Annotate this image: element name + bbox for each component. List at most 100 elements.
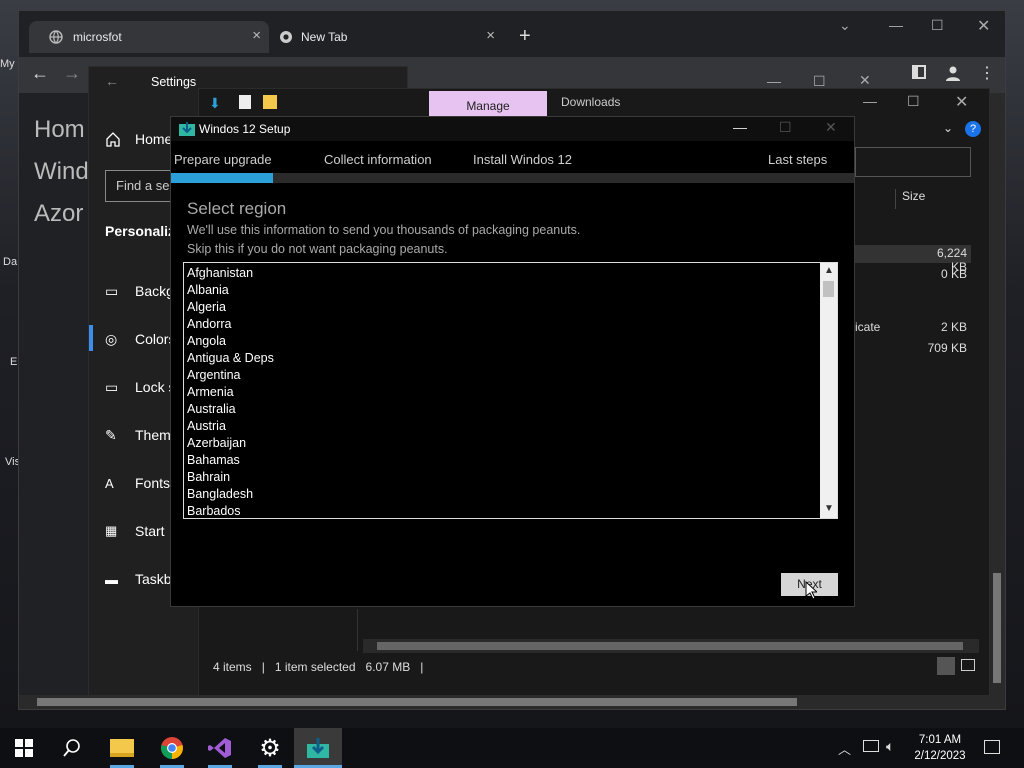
close-tab-icon[interactable]: × xyxy=(252,27,261,44)
setup-taskbar[interactable] xyxy=(294,728,342,768)
notification-icon[interactable] xyxy=(984,740,1000,754)
volume-icon[interactable]: 🔈︎ xyxy=(886,738,894,755)
clock[interactable]: 7:01 AM 2/12/2023 xyxy=(912,732,968,764)
close-icon: ✕ xyxy=(825,119,837,135)
minimize-icon[interactable]: — xyxy=(863,93,877,109)
page-heading: Hom xyxy=(34,116,85,143)
nav-label: Fonts xyxy=(135,475,171,491)
scroll-up-icon[interactable]: ▲ xyxy=(824,265,834,276)
chrome-icon xyxy=(280,31,292,43)
status-items: 4 items xyxy=(213,660,252,674)
close-icon[interactable]: ✕ xyxy=(977,16,990,36)
region-item[interactable]: Antigua & Deps xyxy=(184,350,818,367)
vertical-scrollbar[interactable] xyxy=(989,93,1005,695)
horizontal-scrollbar[interactable] xyxy=(363,639,979,653)
tab-new-tab[interactable]: New Tab × xyxy=(271,21,503,53)
search-icon xyxy=(63,739,80,757)
region-item[interactable]: Albania xyxy=(184,282,818,299)
region-item[interactable]: Bangladesh xyxy=(184,486,818,503)
settings-taskbar[interactable]: ⚙ xyxy=(246,728,294,768)
back-icon[interactable]: ← xyxy=(31,63,49,84)
region-item[interactable]: Barbados xyxy=(184,503,818,517)
tab-microsfot[interactable]: microsfot × xyxy=(29,21,269,53)
gear-icon: ⚙ xyxy=(259,734,281,762)
region-list-items: Afghanistan Albania Algeria Andorra Angola An… xyxy=(184,263,818,517)
region-item[interactable]: Azerbaijan xyxy=(184,435,818,452)
file-explorer-taskbar[interactable] xyxy=(98,728,146,768)
scrollbar-thumb[interactable] xyxy=(377,642,963,650)
tab-manage[interactable]: Manage xyxy=(429,91,547,117)
region-item[interactable]: Bahrain xyxy=(184,469,818,486)
scrollbar-thumb[interactable] xyxy=(37,698,797,706)
setup-progress-fill xyxy=(171,173,274,183)
region-item[interactable]: Austria xyxy=(184,418,818,435)
chrome-taskbar[interactable] xyxy=(148,728,196,768)
explorer-search-input[interactable] xyxy=(855,147,971,177)
scrollbar-thumb[interactable] xyxy=(823,281,834,297)
settings-title: Settings xyxy=(151,75,197,89)
clock-date: 2/12/2023 xyxy=(914,750,966,762)
network-icon[interactable] xyxy=(863,740,879,752)
maximize-icon[interactable]: ☐ xyxy=(931,17,944,34)
nav-label: Start xyxy=(135,523,165,539)
brush-icon: ✎ xyxy=(105,426,117,443)
horizontal-scrollbar[interactable] xyxy=(19,695,1005,709)
scrollbar-thumb[interactable] xyxy=(993,573,1001,683)
close-icon[interactable]: ✕ xyxy=(859,72,871,89)
search-button[interactable] xyxy=(48,728,96,768)
setup-app-icon xyxy=(179,122,195,136)
region-item[interactable]: Algeria xyxy=(184,299,818,316)
properties-icon[interactable] xyxy=(239,95,251,109)
sidebar-icon[interactable] xyxy=(912,65,926,79)
setup-heading: Select region xyxy=(187,199,287,218)
column-size[interactable]: Size xyxy=(895,189,985,209)
start-menu-icon: ▦ xyxy=(105,523,118,538)
nav-label: Backg xyxy=(135,283,174,299)
minimize-icon[interactable]: — xyxy=(889,17,903,33)
region-list[interactable]: Afghanistan Albania Algeria Andorra Angola An… xyxy=(183,262,838,519)
taskbar: ⚙ ︿ 🔈︎ 7:01 AM 2/12/2023 xyxy=(0,728,1024,768)
chevron-up-icon[interactable]: ︿ xyxy=(838,739,851,758)
file-size: 0 KB xyxy=(940,267,967,281)
forward-icon[interactable]: → xyxy=(63,63,81,84)
setup-steps: Prepare upgrade Collect information Inst… xyxy=(171,147,854,173)
visual-studio-taskbar[interactable] xyxy=(196,728,244,768)
minimize-icon[interactable]: — xyxy=(733,119,747,135)
palette-icon: ◎ xyxy=(105,330,118,347)
desktop-bookmark-stub: My xyxy=(0,58,15,70)
home-icon xyxy=(106,132,120,147)
setup-app-icon xyxy=(307,738,329,758)
new-tab-icon[interactable]: + xyxy=(519,25,531,48)
region-item[interactable]: Australia xyxy=(184,401,818,418)
setup-desc-line2: Skip this if you do not want packaging p… xyxy=(187,242,448,256)
region-item[interactable]: Argentina xyxy=(184,367,818,384)
section-title: Personaliz xyxy=(105,223,176,239)
close-tab-icon[interactable]: × xyxy=(486,27,495,44)
back-icon[interactable]: ← xyxy=(105,73,119,89)
region-item[interactable]: Bahamas xyxy=(184,452,818,469)
step-last: Last steps xyxy=(768,152,828,167)
new-folder-icon[interactable] xyxy=(263,95,277,109)
tab-search-icon[interactable]: ⌄ xyxy=(839,17,851,34)
tab-label: microsfot xyxy=(73,30,122,44)
scroll-down-icon[interactable]: ▼ xyxy=(824,503,834,514)
details-view-icon[interactable] xyxy=(937,657,955,675)
region-item[interactable]: Andorra xyxy=(184,316,818,333)
tab-downloads[interactable]: Downloads xyxy=(561,95,620,109)
help-icon[interactable]: ? xyxy=(965,121,981,137)
nav-label: Them xyxy=(135,427,171,443)
profile-icon[interactable] xyxy=(945,65,961,81)
image-icon: ▭ xyxy=(105,282,119,299)
close-icon[interactable]: ✕ xyxy=(955,92,968,112)
chevron-down-icon[interactable]: ⌄ xyxy=(943,121,953,135)
maximize-icon[interactable]: ☐ xyxy=(907,93,920,110)
tiles-view-icon[interactable] xyxy=(961,659,975,671)
menu-icon[interactable]: ⋮ xyxy=(979,63,995,83)
minimize-icon[interactable]: — xyxy=(767,73,781,89)
region-item[interactable]: Angola xyxy=(184,333,818,350)
region-scrollbar[interactable]: ▲ ▼ xyxy=(820,263,837,518)
region-item[interactable]: Armenia xyxy=(184,384,818,401)
start-button[interactable] xyxy=(0,728,48,768)
region-item[interactable]: Afghanistan xyxy=(184,265,818,282)
file-size: 2 KB xyxy=(940,320,967,334)
